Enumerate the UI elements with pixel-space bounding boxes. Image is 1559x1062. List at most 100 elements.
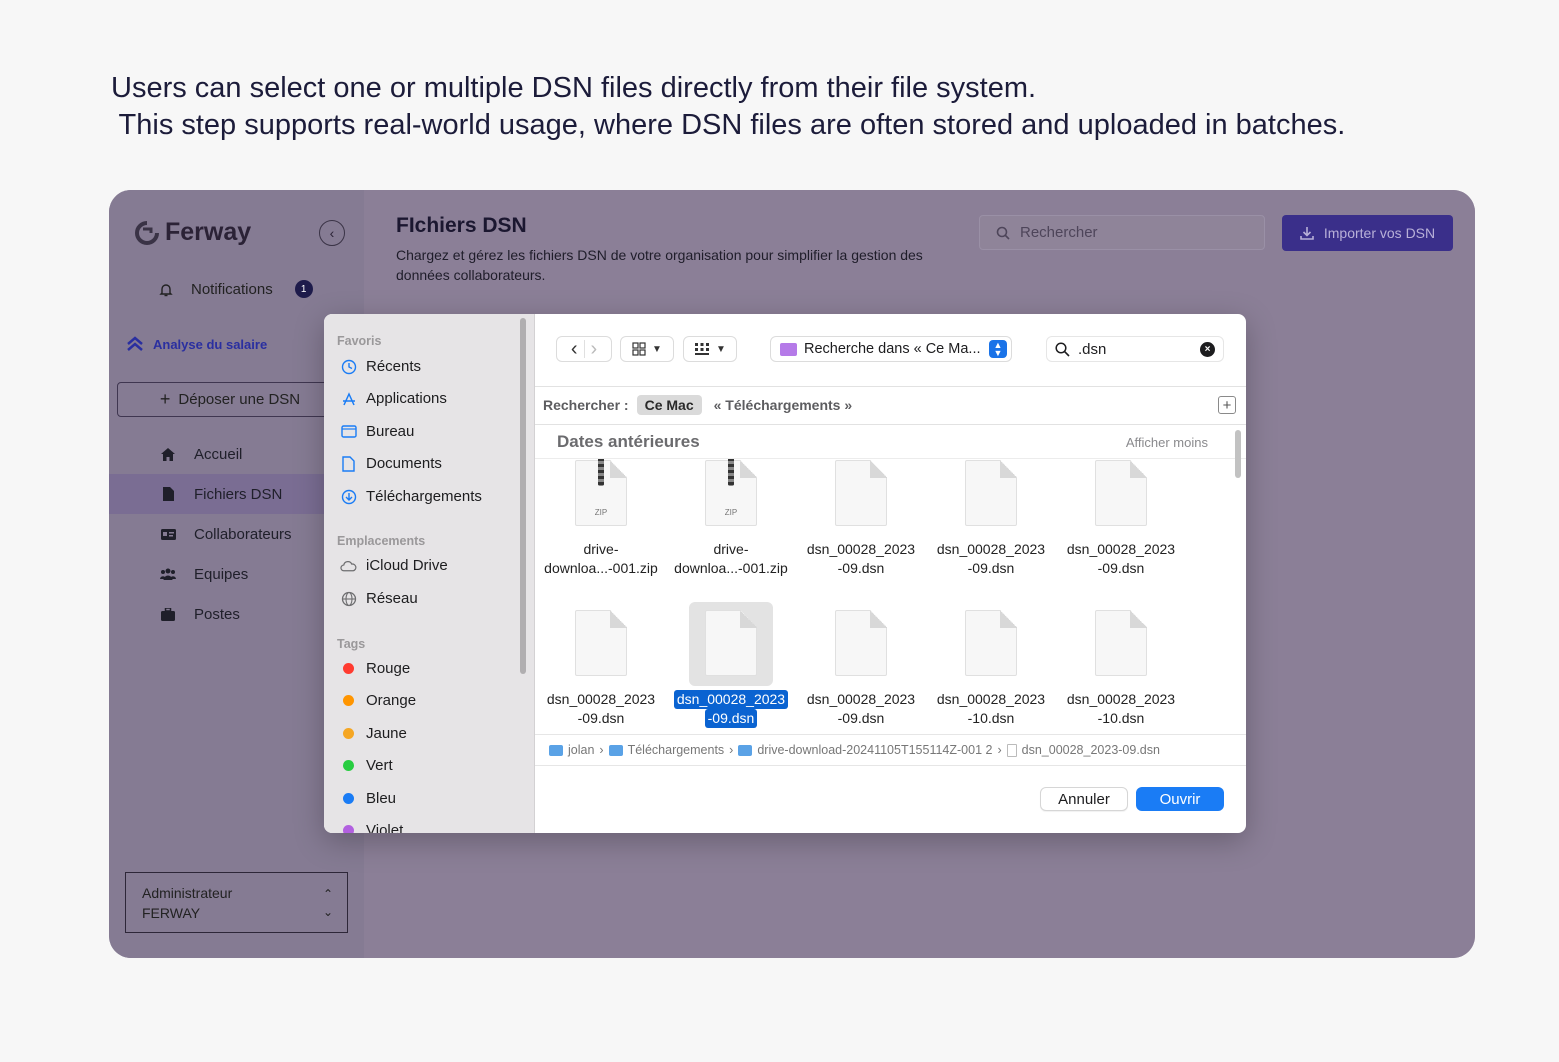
tag-orange[interactable]: Orange [340, 692, 416, 709]
file-name: dsn_00028_2023 -10.dsn [936, 691, 1046, 726]
sidebar-item-label: Documents [366, 455, 442, 472]
search-input[interactable]: Rechercher [979, 215, 1265, 250]
notifications-count-badge: 1 [294, 280, 313, 298]
sidebar-item-telechargements[interactable]: Téléchargements [340, 488, 482, 505]
sidebar-scrollbar[interactable] [520, 318, 526, 674]
caption-line-1: Users can select one or multiple DSN fil… [111, 72, 1037, 104]
clock-icon [340, 358, 357, 375]
import-dsn-label: Importer vos DSN [1323, 225, 1436, 241]
tag-bleu[interactable]: Bleu [340, 790, 396, 807]
folder-icon [738, 744, 753, 756]
back-forward-buttons[interactable]: ‹ › [556, 336, 612, 362]
sidebar-item-icloud-drive[interactable]: iCloud Drive [340, 557, 448, 574]
tags-heading: Tags [337, 637, 366, 651]
search-icon [996, 226, 1010, 240]
clear-search-icon[interactable]: × [1200, 342, 1215, 357]
file-item[interactable]: dsn_00028_2023 -09.dsn [797, 459, 925, 578]
tag-vert[interactable]: Vert [340, 757, 393, 774]
open-button[interactable]: Ouvrir [1136, 787, 1224, 811]
path-segment[interactable]: dsn_00028_2023-09.dsn [1022, 743, 1160, 757]
sidebar-item-recents[interactable]: Récents [340, 358, 421, 375]
file-item[interactable]: dsn_00028_2023 -09.dsn [927, 459, 1055, 578]
ferway-logo-icon [135, 220, 159, 245]
download-icon [1300, 227, 1314, 240]
section-label: Analyse du salaire [153, 336, 268, 352]
cloud-icon [340, 557, 357, 574]
scope-this-mac[interactable]: Ce Mac [636, 395, 702, 415]
document-file-icon [1079, 459, 1163, 536]
chevron-left-icon: ‹ [329, 225, 335, 241]
document-file-icon [819, 602, 903, 686]
sidebar-item-label: Applications [366, 390, 447, 407]
tag-label: Rouge [366, 660, 411, 677]
user-account-switcher[interactable]: Administrateur FERWAY ⌃ ⌄ [125, 872, 348, 933]
folder-icon [608, 744, 623, 756]
file-item[interactable]: dsn_00028_2023 -09.dsn [537, 602, 665, 728]
sidebar-item-documents[interactable]: Documents [340, 455, 442, 472]
download-circle-icon [340, 488, 357, 505]
caption: Users can select one or multiple DSN fil… [111, 70, 1345, 144]
bell-icon [159, 283, 173, 296]
sidebar-item-label: Equipes [194, 565, 249, 583]
path-segment[interactable]: Téléchargements [628, 743, 725, 757]
dialog-sidebar: Favoris Récents Applications Bureau Docu… [324, 314, 535, 833]
sidebar-item-applications[interactable]: Applications [340, 390, 447, 407]
chevron-down-icon: ▼ [716, 343, 726, 355]
file-item[interactable]: dsn_00028_2023 -10.dsn [1057, 602, 1185, 728]
tag-label: Bleu [366, 790, 397, 807]
section-analyse-salaire[interactable]: Analyse du salaire [126, 336, 267, 352]
deposer-dsn-button[interactable]: + Déposer une DSN [117, 382, 343, 417]
tag-rouge[interactable]: Rouge [340, 660, 410, 677]
tag-violet[interactable]: Violet [340, 822, 403, 833]
file-name: dsn_00028_2023 -09.dsn [936, 541, 1046, 576]
scope-folder[interactable]: « Téléchargements » [714, 397, 853, 413]
search-location-select[interactable]: Recherche dans « Ce Ma... ▲ ▼ [770, 336, 1012, 362]
file-name: drive-downloa...-001.zip [674, 541, 788, 576]
search-placeholder: Rechercher [1020, 224, 1098, 241]
sidebar-item-label: Bureau [366, 423, 415, 440]
deposer-dsn-label: Déposer une DSN [178, 391, 301, 408]
path-segment[interactable]: drive-download-20241105T155114Z-001 2 [757, 743, 992, 757]
file-name: drive-downloa...-001.zip [544, 541, 658, 576]
file-item[interactable]: ZIP drive-downloa...-001.zip [537, 459, 665, 578]
tag-jaune[interactable]: Jaune [340, 725, 407, 742]
sidebar-item-label: Accueil [194, 445, 243, 463]
logo: Ferway [135, 218, 251, 247]
view-mode-button[interactable]: ▼ [620, 336, 674, 362]
dialog-search-field[interactable]: .dsn × [1046, 336, 1224, 362]
group-by-button[interactable]: ▼ [683, 336, 737, 362]
globe-icon [340, 590, 357, 607]
search-location-value: Recherche dans « Ce Ma... [804, 341, 981, 357]
file-item[interactable]: dsn_00028_2023 -10.dsn [927, 602, 1055, 728]
chevron-right-icon[interactable]: › [591, 339, 598, 359]
file-item[interactable]: ZIP drive-downloa...-001.zip [667, 459, 795, 578]
show-less-button[interactable]: Afficher moins [1126, 435, 1208, 450]
group-header: Dates antérieures Afficher moins [535, 425, 1246, 459]
file-name: dsn_00028_2023 -09.dsn [546, 691, 656, 726]
sidebar-item-label: Postes [194, 605, 240, 623]
sidebar-item-label: Collaborateurs [194, 525, 292, 543]
file-item[interactable]: dsn_00028_2023 -09.dsn [1057, 459, 1185, 578]
zip-label: ZIP [724, 508, 738, 517]
scope-label: Rechercher : [543, 397, 629, 413]
user-role: Administrateur [142, 885, 233, 901]
collapse-sidebar-button[interactable]: ‹ [319, 220, 345, 246]
chevron-left-icon[interactable]: ‹ [571, 339, 578, 359]
notifications-item[interactable]: Notifications 1 [159, 280, 313, 298]
file-name: dsn_00028_2023 -09.dsn [1066, 541, 1176, 576]
cancel-button[interactable]: Annuler [1040, 787, 1128, 811]
file-item[interactable]: dsn_00028_2023 -09.dsn [797, 602, 925, 728]
group-grid-icon [695, 343, 710, 355]
file-name: dsn_00028_2023 -10.dsn [1066, 691, 1176, 726]
file-item[interactable]: dsn_00028_2023 -09.dsn [667, 602, 795, 728]
sidebar-item-reseau[interactable]: Réseau [340, 590, 418, 607]
sidebar-item-label: Fichiers DSN [194, 485, 283, 503]
import-dsn-button[interactable]: Importer vos DSN [1282, 215, 1453, 251]
path-bar: jolan › Téléchargements › drive-download… [535, 734, 1246, 766]
path-segment[interactable]: jolan [568, 743, 594, 757]
add-criteria-button[interactable]: + [1218, 396, 1236, 414]
chevron-down-icon: ▼ [652, 343, 662, 355]
grid-view-icon [632, 342, 646, 356]
sidebar-item-bureau[interactable]: Bureau [340, 423, 414, 440]
folder-icon [780, 342, 797, 356]
